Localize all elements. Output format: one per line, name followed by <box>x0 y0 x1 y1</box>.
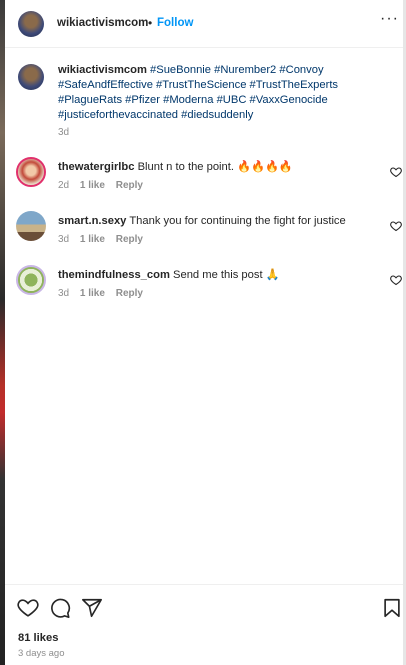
likes-count[interactable]: 81 likes <box>18 632 58 644</box>
comment-time[interactable]: 2d <box>58 180 69 191</box>
reply-button[interactable]: Reply <box>116 234 143 245</box>
reply-button[interactable]: Reply <box>116 180 143 191</box>
post-comments-panel: wikiactivismcom • Follow ··· wikiactivis… <box>5 0 403 665</box>
comment-message: Blunt n to the point. 🔥🔥🔥🔥 <box>137 161 293 173</box>
share-icon[interactable] <box>81 597 103 619</box>
caption-timestamp[interactable]: 3d <box>58 127 69 138</box>
comment-time[interactable]: 3d <box>58 288 69 299</box>
comment-text: themindfulness_com Send me this post 🙏 <box>58 268 378 283</box>
bookmark-icon[interactable] <box>381 597 403 619</box>
more-options-icon[interactable]: ··· <box>380 10 399 28</box>
comment-item: smart.n.sexy Thank you for continuing th… <box>5 211 403 261</box>
comment-text: smart.n.sexy Thank you for continuing th… <box>58 214 378 229</box>
author-avatar[interactable] <box>18 11 44 37</box>
heart-icon[interactable] <box>390 166 402 178</box>
comment-meta: 3d 1 like Reply <box>58 234 151 245</box>
comment-message: Thank you for continuing the fight for j… <box>129 215 346 227</box>
actions-divider <box>5 584 403 585</box>
comment-likes[interactable]: 1 like <box>80 234 105 245</box>
comment-time[interactable]: 3d <box>58 234 69 245</box>
reply-button[interactable]: Reply <box>116 288 143 299</box>
heart-icon[interactable] <box>17 597 39 619</box>
post-header: wikiactivismcom • Follow ··· <box>5 0 403 48</box>
commenter-avatar[interactable] <box>16 211 46 241</box>
caption-author-avatar[interactable] <box>18 64 44 90</box>
author-username[interactable]: wikiactivismcom <box>57 17 148 29</box>
comment-meta: 3d 1 like Reply <box>58 288 151 299</box>
heart-icon[interactable] <box>390 220 402 232</box>
separator-dot: • <box>148 16 153 30</box>
caption-text: wikiactivismcom #SueBonnie #Nurember2 #C… <box>58 63 378 123</box>
comment-icon[interactable] <box>49 597 71 619</box>
comment-username[interactable]: smart.n.sexy <box>58 215 126 227</box>
comment-item: themindfulness_com Send me this post 🙏 3… <box>5 265 403 315</box>
comment-likes[interactable]: 1 like <box>80 288 105 299</box>
caption-username[interactable]: wikiactivismcom <box>58 64 147 76</box>
commenter-avatar[interactable] <box>16 265 46 295</box>
comment-item: thewatergirlbc Blunt n to the point. 🔥🔥🔥… <box>5 157 403 207</box>
comment-username[interactable]: thewatergirlbc <box>58 161 134 173</box>
comment-meta: 2d 1 like Reply <box>58 180 151 191</box>
comment-message: Send me this post 🙏 <box>173 269 280 281</box>
heart-icon[interactable] <box>390 274 402 286</box>
post-date[interactable]: 3 days ago <box>18 648 64 659</box>
follow-button[interactable]: Follow <box>157 17 193 29</box>
comment-likes[interactable]: 1 like <box>80 180 105 191</box>
commenter-avatar[interactable] <box>16 157 46 187</box>
comment-username[interactable]: themindfulness_com <box>58 269 170 281</box>
comment-text: thewatergirlbc Blunt n to the point. 🔥🔥🔥… <box>58 160 378 175</box>
